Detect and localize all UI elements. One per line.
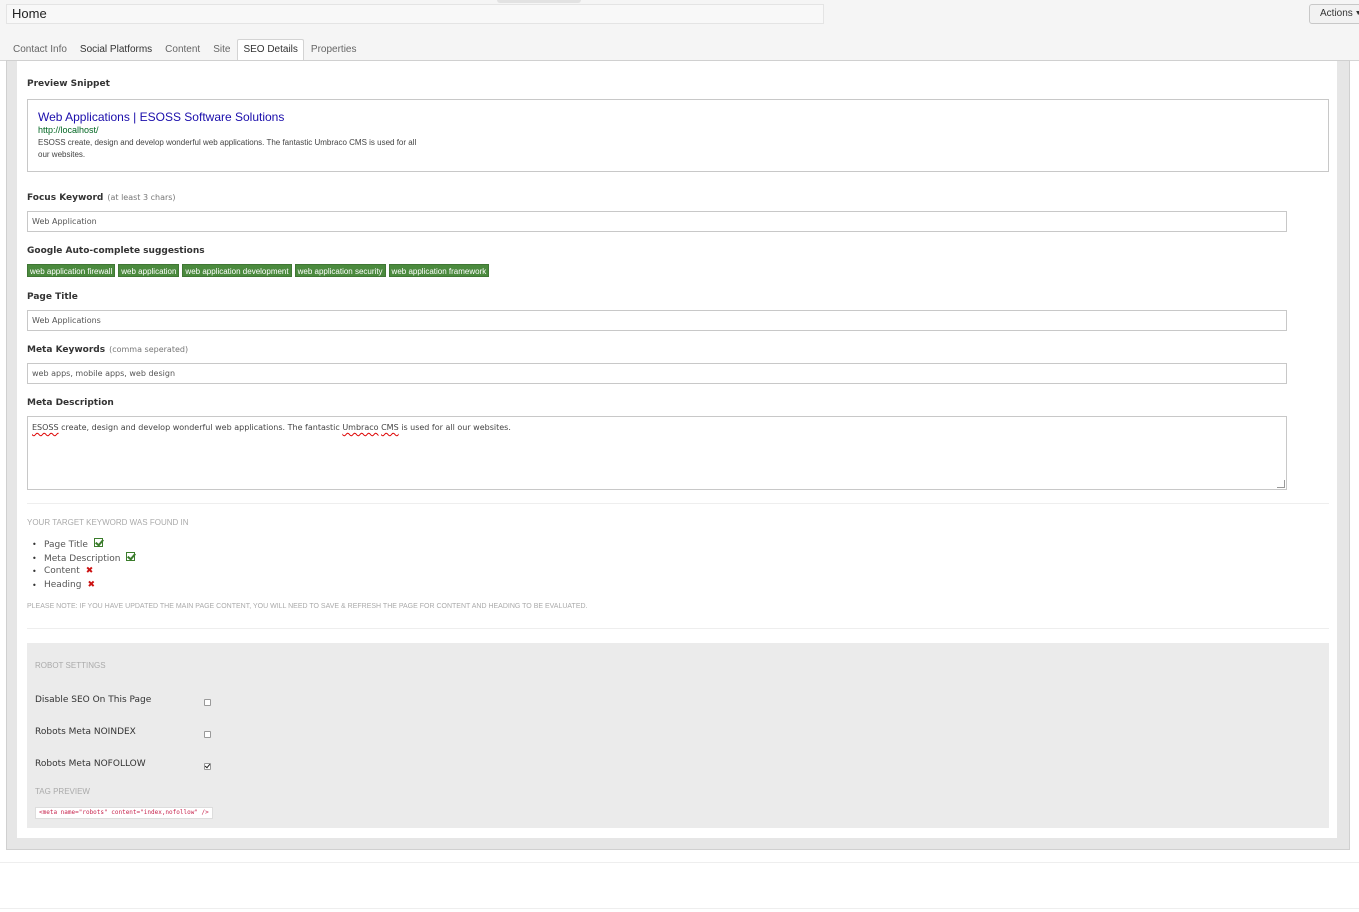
list-item: Heading ✖: [32, 579, 135, 593]
snippet-title: Web Applications | ESOSS Software Soluti…: [38, 110, 285, 124]
list-item: Meta Description: [32, 551, 136, 566]
suggestion-tag[interactable]: web application security: [294, 264, 386, 277]
caret-down-icon: ▼: [1355, 5, 1359, 23]
robot-settings-heading: ROBOT SETTINGS: [35, 661, 106, 670]
cross-icon: ✖: [87, 579, 95, 590]
snippet-description: ESOSS create, design and develop wonderf…: [38, 138, 417, 159]
editor-header: Home Actions▼ Contact Info Social Platfo…: [0, 0, 1359, 61]
snippet-url: http://localhost/: [38, 125, 99, 135]
divider: [27, 628, 1329, 629]
tag-preview-code: <meta name="robots" content="index,nofol…: [35, 807, 213, 819]
spellcheck-word: Umbraco: [342, 423, 379, 432]
tab-contact-info[interactable]: Contact Info: [7, 39, 73, 61]
page-title-input[interactable]: Web Applications: [27, 310, 1287, 331]
divider: [27, 503, 1329, 504]
divider: [0, 908, 1359, 909]
tab-content[interactable]: Content: [159, 39, 206, 61]
suggestion-tag[interactable]: web application development: [182, 264, 292, 277]
page-name-field[interactable]: Home: [6, 4, 824, 24]
meta-keywords-hint: (comma seperated): [109, 345, 189, 354]
found-item-label: Heading: [44, 579, 82, 590]
header-handle: [497, 0, 581, 3]
noindex-checkbox[interactable]: [204, 731, 211, 738]
focus-keyword-label-text: Focus Keyword: [27, 193, 104, 203]
found-item-label: Content: [44, 566, 80, 576]
autocomplete-suggestions: web application firewall web application…: [27, 264, 492, 277]
preview-snippet-heading: Preview Snippet: [27, 79, 110, 89]
focus-keyword-hint: (at least 3 chars): [107, 193, 176, 202]
disable-seo-checkbox[interactable]: [204, 699, 211, 706]
suggestion-tag[interactable]: web application framework: [388, 264, 490, 277]
meta-keywords-input[interactable]: web apps, mobile apps, web design: [27, 363, 1287, 384]
meta-keywords-label: Meta Keywords (comma seperated): [27, 345, 188, 355]
spellcheck-word: ESOSS: [32, 423, 59, 432]
preview-snippet: Web Applications | ESOSS Software Soluti…: [27, 99, 1329, 172]
meta-description-label: Meta Description: [27, 398, 114, 408]
suggestion-tag[interactable]: web application: [118, 264, 180, 277]
actions-button[interactable]: Actions▼: [1309, 4, 1359, 24]
list-item: Page Title: [32, 538, 135, 552]
tab-seo-details[interactable]: SEO Details: [237, 39, 304, 61]
keyword-found-list: Page Title Meta Description Content ✖ Hea…: [32, 538, 136, 593]
nofollow-label: Robots Meta NOFOLLOW: [35, 759, 146, 769]
autocomplete-label: Google Auto-complete suggestions: [27, 246, 205, 256]
meta-description-textarea[interactable]: ESOSS create, design and develop wonderf…: [27, 416, 1287, 490]
tab-bar: Contact Info Social Platforms Content Si…: [7, 39, 363, 61]
spellcheck-word: CMS: [381, 423, 399, 432]
divider: [0, 862, 1359, 863]
robot-settings-section: ROBOT SETTINGS Disable SEO On This Page …: [27, 643, 1329, 828]
found-item-label: Page Title: [44, 540, 88, 550]
check-icon: [93, 538, 103, 547]
noindex-label: Robots Meta NOINDEX: [35, 727, 136, 737]
description-text: create, design and develop wonderful web…: [58, 423, 343, 432]
suggestion-tag[interactable]: web application firewall: [27, 264, 116, 277]
nofollow-checkbox[interactable]: [204, 763, 211, 770]
description-text: is used for all our websites.: [398, 423, 511, 432]
check-icon: [126, 551, 136, 561]
meta-keywords-label-text: Meta Keywords: [27, 345, 106, 355]
actions-label: Actions: [1320, 8, 1353, 19]
evaluation-note: PLEASE NOTE: IF YOU HAVE UPDATED THE MAI…: [27, 603, 588, 610]
found-item-label: Meta Description: [44, 553, 121, 564]
page-title-label: Page Title: [27, 292, 78, 302]
tag-preview-heading: TAG PREVIEW: [35, 787, 90, 796]
tab-properties[interactable]: Properties: [305, 39, 363, 61]
cross-icon: ✖: [85, 566, 94, 576]
disable-seo-label: Disable SEO On This Page: [35, 695, 152, 705]
tab-social-platforms[interactable]: Social Platforms: [73, 39, 159, 61]
keyword-found-heading: YOUR TARGET KEYWORD WAS FOUND IN: [27, 518, 189, 527]
resize-handle[interactable]: [1277, 480, 1285, 488]
list-item: Content ✖: [32, 565, 135, 579]
focus-keyword-label: Focus Keyword (at least 3 chars): [27, 193, 176, 203]
focus-keyword-input[interactable]: Web Application: [27, 211, 1287, 232]
tab-site[interactable]: Site: [207, 39, 236, 61]
